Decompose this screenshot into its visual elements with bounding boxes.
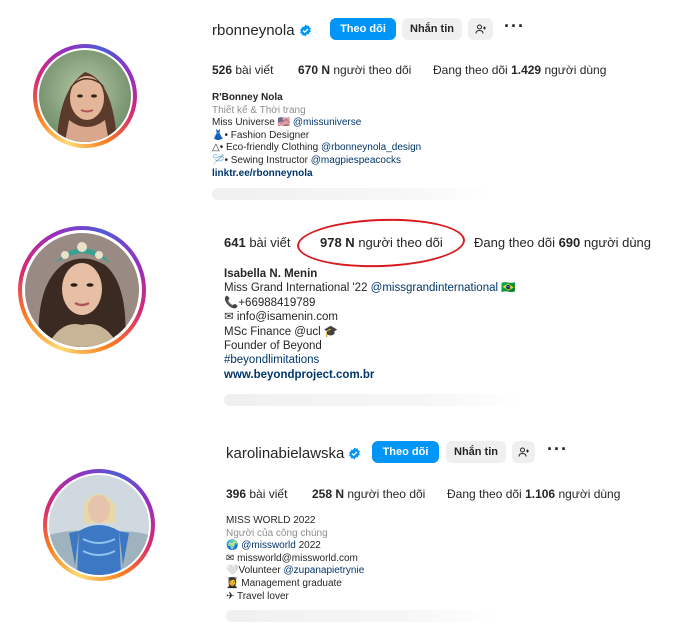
avatar <box>39 50 131 142</box>
heart-icon: 🤍 <box>226 565 239 577</box>
globe-icon: 🌍 <box>226 540 242 552</box>
needle-icon: 🪡 <box>212 154 225 166</box>
avatar-ring[interactable] <box>18 226 146 354</box>
mention-link[interactable]: @missworld <box>241 540 296 551</box>
blurred-content <box>224 394 524 406</box>
bio-line: 👩‍🎓 Management graduate <box>226 577 342 589</box>
add-person-icon[interactable] <box>512 441 535 463</box>
mention-link[interactable]: @zupanapietrynie <box>284 565 365 576</box>
mention-link[interactable]: @missuniverse <box>293 117 362 128</box>
mail-icon: ✉ <box>224 311 237 324</box>
bio-line: MSc Finance @ucl 🎓 <box>224 325 339 338</box>
bio-line: ✈ Travel lover <box>226 590 289 602</box>
followers-stat[interactable]: 258 N người theo dõi <box>312 487 425 501</box>
following-stat[interactable]: Đang theo dõi 1.429 người dùng <box>433 63 606 77</box>
bio-line: △• Eco-friendly Clothing @rbonneynola_de… <box>212 142 422 154</box>
display-name: R'Bonney Nola <box>212 92 283 103</box>
followers-stat[interactable]: 670 N người theo dõi <box>298 63 411 77</box>
bio-line: ✉ missworld@missworld.com <box>226 552 358 564</box>
avatar-ring[interactable] <box>43 469 155 581</box>
bio-line: 👗• Fashion Designer <box>212 129 310 141</box>
mention-link[interactable]: @rbonneynola_design <box>321 142 421 153</box>
display-name: MISS WORLD 2022 <box>226 515 316 526</box>
mention-link[interactable]: @magpiespeacocks <box>311 155 401 166</box>
category: Thiết kế & Thời trang <box>212 104 306 116</box>
category: Người của công chúng <box>226 527 328 539</box>
highlight-circle <box>296 216 466 270</box>
flag-icon: 🇺🇸 <box>277 117 293 129</box>
add-person-icon[interactable] <box>468 18 493 40</box>
verified-badge-icon <box>348 447 361 460</box>
display-name: Isabella N. Menin <box>224 268 318 280</box>
bio: MISS WORLD 2022 Người của công chúng 🌍 @… <box>226 515 364 603</box>
bio: R'Bonney Nola Thiết kế & Thời trang Miss… <box>212 92 421 180</box>
blurred-content <box>212 188 492 200</box>
bio-url[interactable]: www.beyondproject.com.br <box>224 368 516 382</box>
flag-icon: 🇧🇷 <box>498 282 516 295</box>
username[interactable]: karolinabielawska <box>226 445 344 462</box>
hashtag-link[interactable]: #beyondlimitations <box>224 353 516 367</box>
phone-icon: 📞 <box>224 296 239 309</box>
plane-icon: ✈ <box>226 590 237 602</box>
bio-line: Miss Grand International '22 @missgrandi… <box>224 282 516 295</box>
message-button[interactable]: Nhắn tin <box>402 18 462 40</box>
avatar-ring[interactable] <box>33 44 137 148</box>
follow-button[interactable]: Theo dõi <box>330 18 396 40</box>
bio: Isabella N. Menin Miss Grand Internation… <box>224 267 516 382</box>
more-options-icon[interactable]: ··· <box>547 439 568 460</box>
message-button[interactable]: Nhắn tin <box>446 441 506 463</box>
bio-url[interactable]: linktr.ee/rbonneynola <box>212 168 421 181</box>
following-stat[interactable]: Đang theo dõi 1.106 người dùng <box>447 487 620 501</box>
bio-line: Founder of Beyond <box>224 340 322 353</box>
mail-icon: ✉ <box>226 552 238 564</box>
graduate-icon: 👩‍🎓 <box>226 577 242 589</box>
mention-link[interactable]: @missgrandinternational <box>371 282 498 294</box>
cap-icon: 🎓 <box>320 325 339 338</box>
more-options-icon[interactable]: ··· <box>504 16 525 37</box>
bio-line: Miss Universe 🇺🇸 @missuniverse <box>212 117 362 129</box>
verified-badge-icon <box>299 24 312 37</box>
follow-button[interactable]: Theo dõi <box>372 441 439 463</box>
username[interactable]: rbonneynola <box>212 22 295 39</box>
bio-line: 🌍 @missworld 2022 <box>226 540 321 552</box>
bio-line: 🪡• Sewing Instructor @magpiespeacocks <box>212 154 401 166</box>
avatar <box>49 475 149 575</box>
following-stat[interactable]: Đang theo dõi 690 người dùng <box>474 235 651 250</box>
avatar <box>25 233 139 347</box>
bio-line: 📞+66988419789 <box>224 296 316 309</box>
posts-stat: 526 bài viết <box>212 63 274 77</box>
bio-line: 🤍Volunteer @zupanapietrynie <box>226 565 365 577</box>
posts-stat: 396 bài viết <box>226 487 288 501</box>
posts-stat: 641 bài viết <box>224 235 291 250</box>
bio-line: ✉ info@isamenin.com <box>224 311 339 324</box>
blurred-content <box>226 610 496 622</box>
dress-icon: 👗 <box>212 129 225 141</box>
